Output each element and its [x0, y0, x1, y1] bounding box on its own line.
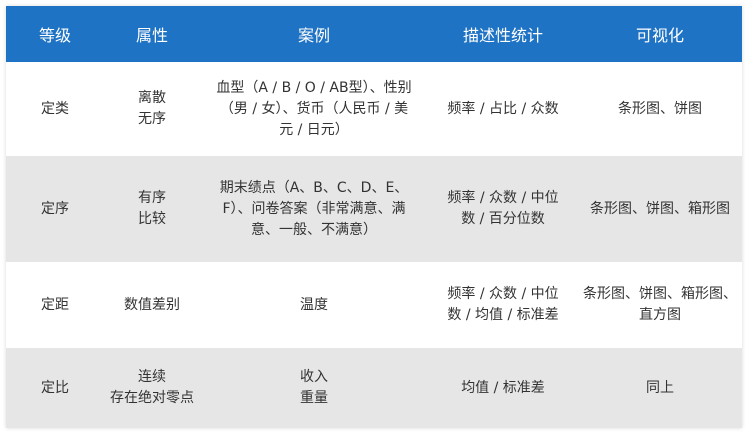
- cell-example: 期末绩点（A、B、C、D、E、 F）、问卷答案（非常满意、满 意、一般、不满意）: [200, 156, 428, 262]
- measurement-levels-table-container: 等级 属性 案例 描述性统计 可视化 定类 离散 无序 血型（A / B / O…: [6, 6, 742, 428]
- cell-line: 期末绩点（A、B、C、D、E、: [219, 179, 409, 196]
- cell-line: 条形图、饼图: [618, 100, 702, 117]
- cell-line: F）、问卷答案（非常满意、满: [222, 200, 406, 217]
- cell-line: 数 / 均值 / 标准差: [447, 307, 559, 323]
- cell-attribute: 离散 无序: [104, 62, 200, 156]
- cell-line: 均值 / 标准差: [461, 379, 545, 396]
- cell-level: 定距: [6, 262, 104, 348]
- cell-line: 频率 / 占比 / 众数: [447, 100, 559, 117]
- cell-attribute: 有序 比较: [104, 156, 200, 262]
- cell-attribute: 数值差别: [104, 262, 200, 348]
- cell-level: 定序: [6, 156, 104, 262]
- cell-attribute: 连续 存在绝对零点: [104, 348, 200, 428]
- cell-stats: 均值 / 标准差: [428, 348, 578, 428]
- cell-level: 定类: [6, 62, 104, 156]
- cell-line: 意、一般、不满意）: [251, 221, 377, 238]
- cell-example: 温度: [200, 262, 428, 348]
- header-level: 等级: [6, 6, 104, 62]
- cell-line: 血型（A / B / O / AB型）、性别: [216, 79, 412, 96]
- cell-line: 同上: [646, 379, 674, 396]
- header-attribute: 属性: [104, 6, 200, 62]
- header-example: 案例: [200, 6, 428, 62]
- table-row: 定比 连续 存在绝对零点 收入 重量 均值 / 标准差 同上: [6, 348, 742, 428]
- cell-visual: 条形图、饼图: [578, 62, 742, 156]
- cell-example: 血型（A / B / O / AB型）、性别 （男 / 女）、货币（人民币 / …: [200, 62, 428, 156]
- cell-stats: 频率 / 占比 / 众数: [428, 62, 578, 156]
- cell-line: 频率 / 众数 / 中位: [447, 286, 559, 302]
- table-row: 定距 数值差别 温度 频率 / 众数 / 中位 数 / 均值 / 标准差 条形图…: [6, 262, 742, 348]
- cell-line: 数值差别: [124, 296, 180, 313]
- cell-line: 存在绝对零点: [110, 390, 194, 406]
- table-row: 定类 离散 无序 血型（A / B / O / AB型）、性别 （男 / 女）、…: [6, 62, 742, 156]
- cell-line: 元 / 日元）: [279, 121, 349, 138]
- table-body: 定类 离散 无序 血型（A / B / O / AB型）、性别 （男 / 女）、…: [6, 62, 742, 428]
- cell-stats: 频率 / 众数 / 中位 数 / 百分位数: [428, 156, 578, 262]
- cell-visual: 条形图、饼图、箱形图、 直方图: [578, 262, 742, 348]
- cell-line: 有序: [138, 190, 166, 206]
- cell-line: 比较: [138, 211, 166, 227]
- cell-line: 离散: [138, 90, 166, 106]
- cell-line: 收入: [300, 369, 328, 385]
- cell-visual: 同上: [578, 348, 742, 428]
- cell-line: 直方图: [639, 307, 681, 323]
- cell-line: 连续: [138, 369, 166, 385]
- cell-line: 数 / 百分位数: [461, 211, 545, 227]
- cell-line: 条形图、饼图、箱形图、: [583, 286, 737, 302]
- cell-line: 无序: [138, 111, 166, 127]
- header-row: 等级 属性 案例 描述性统计 可视化: [6, 6, 742, 62]
- cell-example: 收入 重量: [200, 348, 428, 428]
- header-stats: 描述性统计: [428, 6, 578, 62]
- header-visual: 可视化: [578, 6, 742, 62]
- table-row: 定序 有序 比较 期末绩点（A、B、C、D、E、 F）、问卷答案（非常满意、满 …: [6, 156, 742, 262]
- cell-line: 重量: [300, 390, 328, 406]
- cell-stats: 频率 / 众数 / 中位 数 / 均值 / 标准差: [428, 262, 578, 348]
- cell-line: 温度: [300, 296, 328, 313]
- measurement-levels-table: 等级 属性 案例 描述性统计 可视化 定类 离散 无序 血型（A / B / O…: [6, 6, 742, 428]
- table-header: 等级 属性 案例 描述性统计 可视化: [6, 6, 742, 62]
- cell-line: （男 / 女）、货币（人民币 / 美: [219, 100, 409, 117]
- cell-visual: 条形图、饼图、箱形图: [578, 156, 742, 262]
- cell-level: 定比: [6, 348, 104, 428]
- cell-line: 条形图、饼图、箱形图: [590, 200, 730, 217]
- cell-line: 频率 / 众数 / 中位: [447, 190, 559, 206]
